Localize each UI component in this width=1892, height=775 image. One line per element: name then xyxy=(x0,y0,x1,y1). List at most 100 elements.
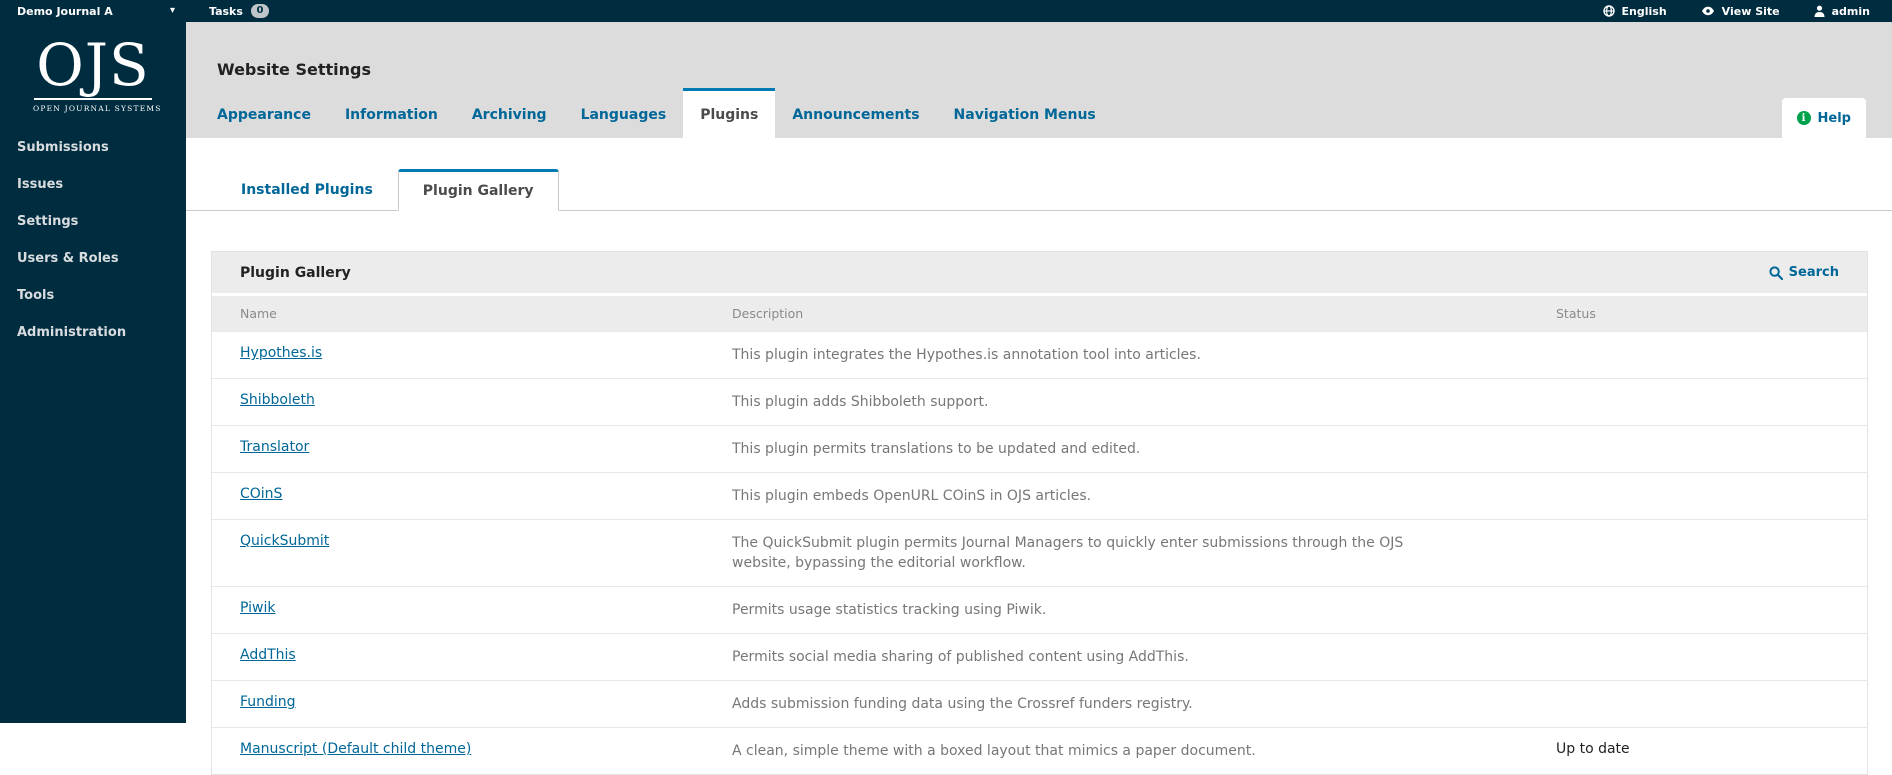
sidebar-item[interactable]: Administration xyxy=(0,314,186,351)
column-header-status: Status xyxy=(1556,296,1867,332)
sidebar-nav: Submissions Issues Settings Users & Role… xyxy=(0,129,186,351)
search-icon xyxy=(1769,265,1783,280)
ojs-logo-subtitle: OPEN JOURNAL SYSTEMS xyxy=(33,104,162,113)
ojs-logo[interactable]: OJS OPEN JOURNAL SYSTEMS xyxy=(33,31,162,113)
page-header: Website Settings Appearance Information … xyxy=(186,22,1892,138)
table-row: Funding Adds submission funding data usi… xyxy=(212,680,1867,728)
tab-content: Installed Plugins Plugin Gallery Plugin … xyxy=(186,168,1892,775)
eye-icon xyxy=(1701,6,1715,16)
plugins-subtab-label: Plugin Gallery xyxy=(422,183,534,199)
table-row: Manuscript (Default child theme) A clean… xyxy=(212,727,1867,774)
search-label: Search xyxy=(1788,265,1839,280)
ojs-logo-acronym: OJS xyxy=(34,31,152,100)
plugin-description: Permits usage statistics tracking using … xyxy=(732,602,1047,618)
search-button[interactable]: Search xyxy=(1769,265,1839,280)
settings-tab-label: Appearance xyxy=(217,106,311,123)
sidebar-item-label: Administration xyxy=(17,325,127,340)
column-header-description: Description xyxy=(732,296,1556,332)
table-row: Piwik Permits usage statistics tracking … xyxy=(212,586,1867,634)
settings-tab[interactable]: Appearance xyxy=(200,88,328,138)
settings-tab-label: Navigation Menus xyxy=(953,106,1096,123)
info-icon: i xyxy=(1796,111,1811,125)
plugin-gallery-panel-header: Plugin Gallery Search xyxy=(212,252,1867,296)
table-row: AddThis Permits social media sharing of … xyxy=(212,633,1867,681)
sidebar-item[interactable]: Settings xyxy=(0,203,186,240)
table-row: Shibboleth This plugin adds Shibboleth s… xyxy=(212,378,1867,426)
main-area: Website Settings Appearance Information … xyxy=(186,22,1892,775)
panel-title: Plugin Gallery xyxy=(240,264,351,281)
view-site-link[interactable]: View Site xyxy=(1701,5,1780,18)
sidebar: OJS OPEN JOURNAL SYSTEMS Submissions Iss… xyxy=(0,22,186,723)
settings-tab[interactable]: Announcements xyxy=(775,88,936,138)
table-header-row: Name Description Status xyxy=(212,296,1867,332)
plugins-subtabs: Installed Plugins Plugin Gallery xyxy=(186,168,1892,211)
plugin-status: Up to date xyxy=(1556,741,1630,757)
tasks-label: Tasks xyxy=(209,4,243,18)
topbar-right: English View Site admin xyxy=(1602,4,1892,18)
user-label: admin xyxy=(1831,4,1870,18)
journal-name: Demo Journal A xyxy=(17,4,113,18)
settings-tab[interactable]: Information xyxy=(328,88,455,138)
tasks-button[interactable]: Tasks 0 xyxy=(209,4,269,18)
settings-tabs: Appearance Information Archiving Languag… xyxy=(200,88,1113,138)
plugin-name-link[interactable]: AddThis xyxy=(240,647,296,663)
user-menu[interactable]: admin xyxy=(1814,5,1870,18)
top-bar: Demo Journal A ▾ Tasks 0 English View Si… xyxy=(0,0,1892,22)
table-row: QuickSubmit The QuickSubmit plugin permi… xyxy=(212,519,1867,587)
plugin-description: This plugin integrates the Hypothes.is a… xyxy=(732,347,1201,363)
plugin-name-link[interactable]: Shibboleth xyxy=(240,392,315,408)
plugin-table: Name Description Status Hypothes.is This… xyxy=(212,296,1867,774)
help-button[interactable]: i Help xyxy=(1781,98,1866,138)
user-icon xyxy=(1814,5,1825,17)
column-header-name: Name xyxy=(212,296,732,332)
plugin-name-link[interactable]: Translator xyxy=(240,439,309,455)
settings-tab[interactable]: Languages xyxy=(564,88,684,138)
globe-icon xyxy=(1602,5,1615,17)
plugin-description: This plugin adds Shibboleth support. xyxy=(732,394,989,410)
plugins-subtab[interactable]: Plugin Gallery xyxy=(397,169,559,211)
page-title: Website Settings xyxy=(217,60,371,79)
sidebar-item-label: Tools xyxy=(17,288,55,303)
settings-tab-label: Plugins xyxy=(700,106,759,123)
sidebar-item[interactable]: Issues xyxy=(0,166,186,203)
table-row: Translator This plugin permits translati… xyxy=(212,425,1867,473)
plugin-table-body: Hypothes.is This plugin integrates the H… xyxy=(212,331,1867,774)
plugin-description: A clean, simple theme with a boxed layou… xyxy=(732,743,1256,759)
plugin-description: This plugin permits translations to be u… xyxy=(732,441,1141,457)
sidebar-item-label: Issues xyxy=(17,177,64,192)
chevron-down-icon: ▾ xyxy=(169,5,175,16)
plugin-description: The QuickSubmit plugin permits Journal M… xyxy=(732,535,1404,571)
sidebar-item-label: Settings xyxy=(17,214,79,229)
help-label: Help xyxy=(1817,110,1851,126)
settings-tab-label: Information xyxy=(344,106,438,123)
table-row: COinS This plugin embeds OpenURL COinS i… xyxy=(212,472,1867,520)
tasks-count-badge: 0 xyxy=(250,4,269,18)
journal-switcher[interactable]: Demo Journal A ▾ xyxy=(0,5,175,18)
sidebar-item[interactable]: Users & Roles xyxy=(0,240,186,277)
settings-tab-label: Languages xyxy=(580,106,667,123)
plugin-name-link[interactable]: Manuscript (Default child theme) xyxy=(240,741,471,757)
plugin-name-link[interactable]: Funding xyxy=(240,694,296,710)
plugins-subtab[interactable]: Installed Plugins xyxy=(216,168,398,210)
plugin-name-link[interactable]: QuickSubmit xyxy=(240,533,329,549)
sidebar-item[interactable]: Tools xyxy=(0,277,186,314)
plugin-name-link[interactable]: Hypothes.is xyxy=(240,345,322,361)
plugin-description: This plugin embeds OpenURL COinS in OJS … xyxy=(732,488,1092,504)
settings-tab-label: Announcements xyxy=(792,106,920,123)
settings-tab[interactable]: Archiving xyxy=(455,88,564,138)
sidebar-item-label: Submissions xyxy=(17,140,109,155)
table-row: Hypothes.is This plugin integrates the H… xyxy=(212,331,1867,379)
sidebar-item[interactable]: Submissions xyxy=(0,129,186,166)
settings-tab-label: Archiving xyxy=(471,106,547,123)
language-label: English xyxy=(1621,4,1667,18)
plugin-gallery-panel: Plugin Gallery Search Name Description S… xyxy=(211,251,1868,775)
plugin-description: Permits social media sharing of publishe… xyxy=(732,649,1189,665)
language-menu[interactable]: English xyxy=(1602,4,1667,18)
settings-tab[interactable]: Navigation Menus xyxy=(937,88,1113,138)
settings-tab[interactable]: Plugins xyxy=(683,88,776,138)
view-site-label: View Site xyxy=(1721,4,1780,18)
plugin-name-link[interactable]: Piwik xyxy=(240,600,275,616)
plugin-name-link[interactable]: COinS xyxy=(240,486,282,502)
plugins-subtab-label: Installed Plugins xyxy=(241,182,373,198)
plugin-description: Adds submission funding data using the C… xyxy=(732,696,1193,712)
